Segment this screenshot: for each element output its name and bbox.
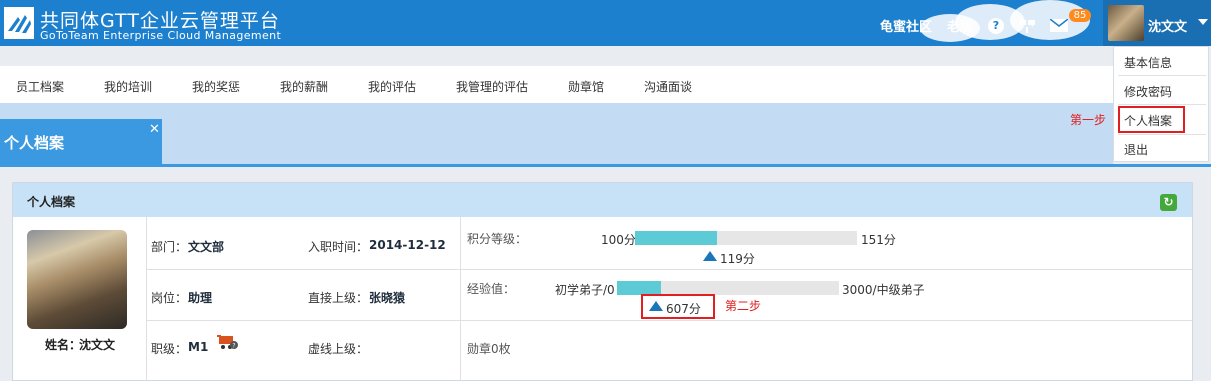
- menu-item-basic-info[interactable]: 基本信息: [1124, 54, 1172, 71]
- entry-date-label: 入职时间：: [308, 240, 369, 254]
- profile-panel: 个人档案 ↻ 姓名： 沈文文 部门： 文文部 入职时间： 2014-12-12 …: [12, 182, 1193, 381]
- old-version-link[interactable]: 老版: [947, 16, 973, 35]
- top-header: 共同体GTT企业云管理平台 GoToTeam Enterprise Cloud …: [0, 0, 1211, 46]
- close-icon[interactable]: ✕: [149, 122, 160, 137]
- main-nav: 员工档案 我的培训 我的奖惩 我的薪酬 我的评估 我管理的评估 勋章馆 沟通面谈: [0, 66, 1113, 103]
- score-min: 100分: [601, 233, 636, 247]
- nav-item-training[interactable]: 我的培训: [104, 78, 152, 95]
- nav-item-staff-files[interactable]: 员工档案: [16, 78, 64, 95]
- mail-count-badge: 85: [1069, 9, 1091, 22]
- divider: [146, 217, 147, 381]
- chevron-down-icon: [1198, 19, 1208, 25]
- superior-label: 直接上级：: [308, 291, 369, 305]
- community-link[interactable]: 龟蜜社区: [880, 16, 932, 35]
- exp-progress-bar: [617, 281, 839, 295]
- user-name: 沈文文: [1148, 20, 1188, 35]
- rank-cart-icon[interactable]: ?: [217, 333, 239, 351]
- menu-item-change-password[interactable]: 修改密码: [1124, 83, 1172, 100]
- score-max: 151分: [861, 233, 896, 247]
- dept-value: 文文部: [188, 240, 225, 254]
- user-menu-toggle[interactable]: 沈文文: [1103, 0, 1211, 46]
- feedback-icon[interactable]: [1017, 16, 1037, 36]
- step1-annotation: 第一步: [1070, 113, 1107, 127]
- tab-title: 个人档案: [4, 134, 65, 152]
- exp-progress-fill: [617, 281, 662, 295]
- medal-count[interactable]: 勋章0枚: [467, 340, 511, 357]
- divider: [1118, 134, 1206, 135]
- nav-item-evaluation[interactable]: 我的评估: [368, 78, 416, 95]
- menu-item-highlight: [1118, 106, 1185, 133]
- step2-highlight: [641, 294, 715, 319]
- tab-personal-file[interactable]: 个人档案 ✕: [0, 119, 162, 165]
- post-value: 助理: [188, 291, 213, 305]
- divider: [460, 217, 461, 381]
- divider: [0, 164, 1211, 167]
- menu-item-logout[interactable]: 退出: [1124, 141, 1148, 158]
- avatar: [1108, 5, 1144, 41]
- divider: [146, 269, 1192, 270]
- panel-title: 个人档案: [27, 195, 76, 209]
- brand-subtitle: GoToTeam Enterprise Cloud Management: [40, 29, 282, 42]
- rank-value: M1: [188, 340, 209, 354]
- dept-label: 部门：: [151, 240, 188, 254]
- mail-icon[interactable]: [1050, 19, 1068, 32]
- divider: [1118, 75, 1206, 76]
- user-dropdown-menu: 基本信息 修改密码 个人档案 退出: [1113, 46, 1209, 162]
- tab-bar: [0, 103, 1113, 165]
- name-label: 姓名：: [45, 338, 82, 352]
- virtual-superior-label: 虚线上级：: [308, 342, 369, 356]
- score-label: 积分等级：: [467, 232, 528, 246]
- logo-icon[interactable]: [4, 7, 34, 39]
- exp-min: 初学弟子/0: [555, 283, 615, 297]
- nav-item-managed-evaluation[interactable]: 我管理的评估: [456, 78, 528, 95]
- nav-item-salary[interactable]: 我的薪酬: [280, 78, 328, 95]
- divider: [146, 320, 1192, 321]
- refresh-icon[interactable]: ↻: [1160, 194, 1177, 211]
- help-icon[interactable]: ?: [988, 18, 1004, 34]
- nav-item-rewards[interactable]: 我的奖惩: [192, 78, 240, 95]
- rank-label: 职级：: [151, 342, 188, 356]
- post-label: 岗位：: [151, 291, 188, 305]
- divider: [1118, 104, 1206, 105]
- score-progress-fill: [635, 231, 718, 245]
- score-progress-bar: [635, 231, 857, 245]
- superior-value: 张晓猿: [369, 291, 406, 305]
- nav-item-medal-hall[interactable]: 勋章馆: [568, 78, 604, 95]
- exp-label: 经验值：: [467, 282, 516, 296]
- score-current: 119分: [720, 252, 755, 266]
- score-marker-icon: [703, 251, 717, 261]
- svg-text:?: ?: [232, 343, 235, 350]
- exp-max: 3000/中级弟子: [842, 283, 925, 297]
- entry-date-value: 2014-12-12: [369, 238, 446, 252]
- nav-item-interview[interactable]: 沟通面谈: [644, 78, 692, 95]
- profile-photo: [27, 230, 127, 329]
- name-value: 沈文文: [79, 338, 116, 352]
- panel-header: 个人档案 ↻: [13, 183, 1192, 217]
- step2-annotation: 第二步: [725, 299, 762, 313]
